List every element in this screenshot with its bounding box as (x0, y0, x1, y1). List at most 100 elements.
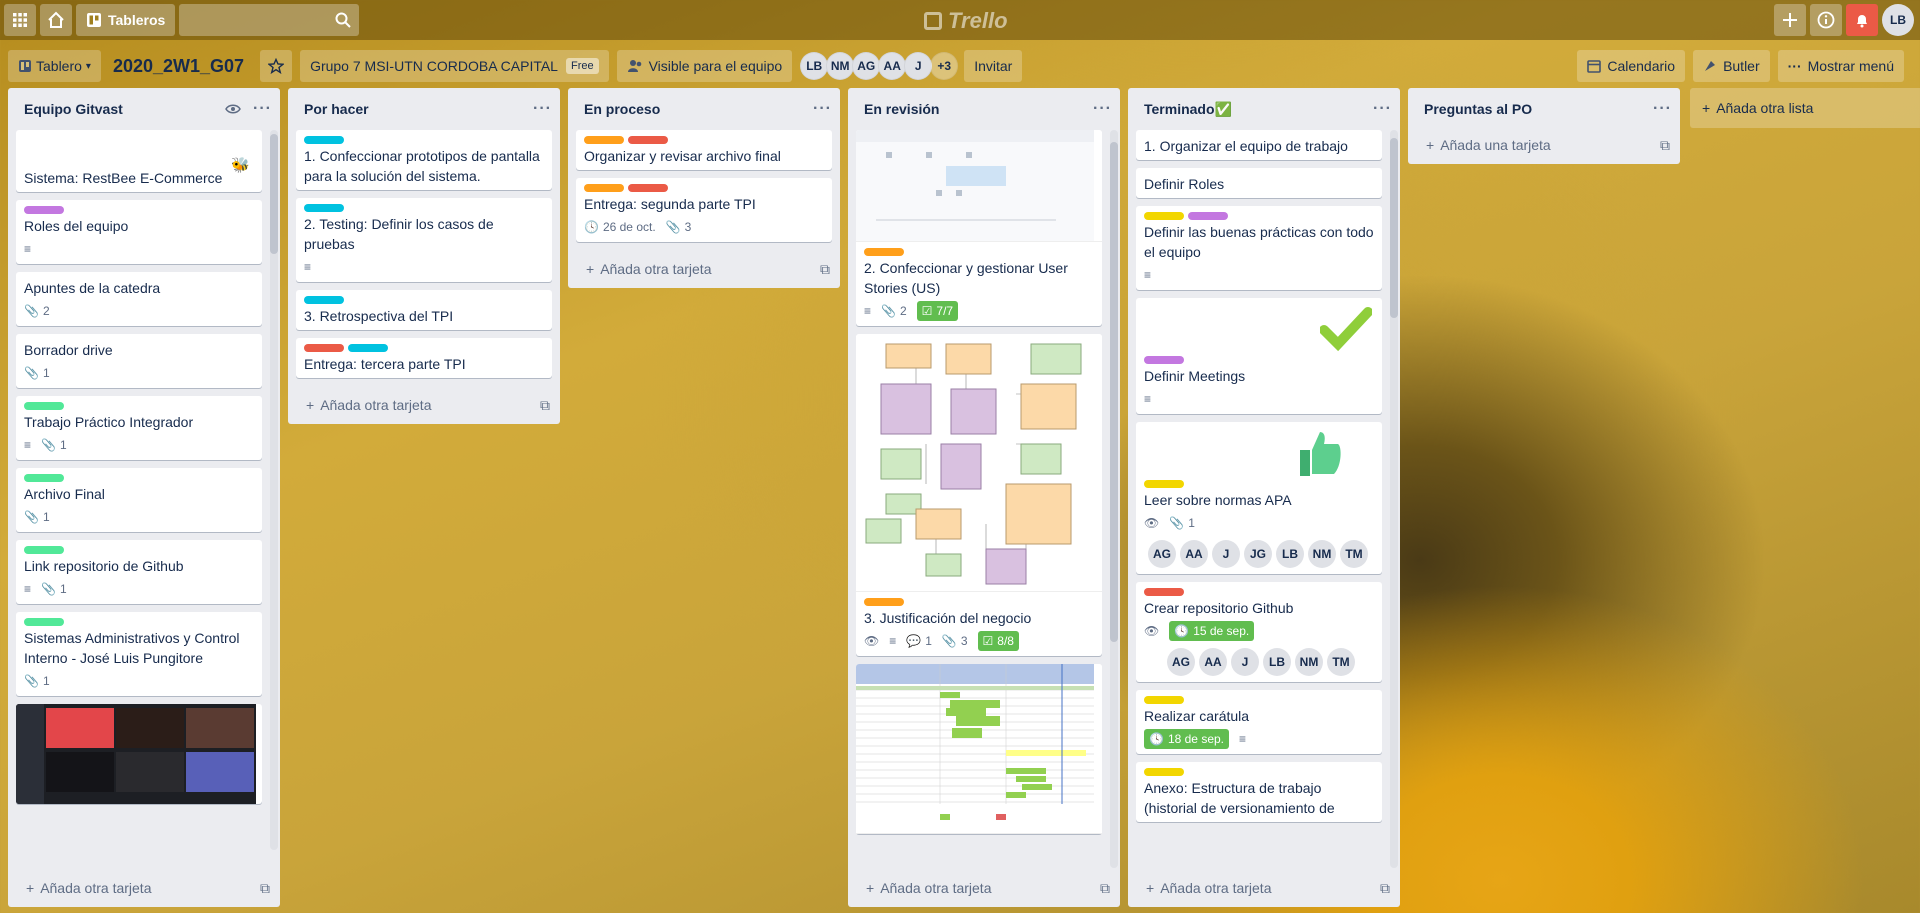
template-icon[interactable]: ⧉ (820, 261, 830, 278)
add-card-button[interactable]: + Añada otra tarjeta ⧉ (8, 869, 280, 907)
info-button[interactable] (1810, 4, 1842, 36)
list-scrollbar[interactable] (1110, 130, 1118, 868)
card[interactable]: Trabajo Práctico Integrador ≡ 📎 1 (16, 396, 262, 460)
list-header[interactable]: En revisión ··· (848, 88, 1120, 130)
card-video-cover[interactable] (16, 704, 262, 804)
label-purple[interactable] (24, 206, 64, 214)
team-button[interactable]: Grupo 7 MSI-UTN CORDOBA CAPITAL Free (300, 50, 609, 82)
label-yellow[interactable] (1144, 696, 1184, 704)
member-avatar[interactable]: J (1212, 540, 1240, 568)
add-card-button[interactable]: + Añada otra tarjeta ⧉ (568, 250, 840, 288)
label-lime[interactable] (24, 546, 64, 554)
list-scrollbar[interactable] (270, 130, 278, 850)
more-members-button[interactable]: +3 (930, 52, 959, 80)
member-avatar[interactable]: NM (1295, 648, 1323, 676)
scrollbar-thumb[interactable] (1390, 138, 1398, 318)
list-menu-icon[interactable]: ··· (533, 100, 552, 118)
member-avatar[interactable]: AA (878, 52, 907, 80)
member-avatar[interactable]: AA (1199, 648, 1227, 676)
template-icon[interactable]: ⧉ (260, 880, 270, 897)
add-card-button[interactable]: + Añada otra tarjeta ⧉ (848, 869, 1120, 907)
card[interactable]: Crear repositorio Github 👁 🕓 15 de sep. AG A… (1136, 582, 1382, 682)
label-orange[interactable] (584, 136, 624, 144)
member-avatar[interactable]: NM (1308, 540, 1336, 568)
list-menu-icon[interactable]: ··· (813, 100, 832, 118)
list-title[interactable]: Por hacer (304, 101, 533, 117)
add-card-button[interactable]: + Añada otra tarjeta ⧉ (288, 386, 560, 424)
card[interactable]: Leer sobre normas APA 👁 📎 1 AG AA J JG LB NM TM (1136, 422, 1382, 574)
create-button[interactable] (1774, 4, 1806, 36)
label-sky[interactable] (304, 296, 344, 304)
list-title[interactable]: Preguntas al PO (1424, 101, 1653, 117)
list-scrollbar[interactable] (1390, 130, 1398, 868)
list-menu-icon[interactable]: ··· (1093, 100, 1112, 118)
template-icon[interactable]: ⧉ (1380, 880, 1390, 897)
star-button[interactable] (260, 50, 293, 82)
notifications-button[interactable] (1846, 4, 1878, 36)
label-lime[interactable] (24, 618, 64, 626)
label-red[interactable] (304, 344, 344, 352)
card[interactable]: Roles del equipo ≡ (16, 200, 262, 264)
card[interactable]: 1. Organizar el equipo de trabajo (1136, 130, 1382, 160)
card[interactable]: Borrador drive 📎 1 (16, 334, 262, 388)
apps-button[interactable] (4, 4, 36, 36)
add-list-button[interactable]: + Añada otra lista (1690, 88, 1920, 128)
card[interactable]: Definir Meetings ≡ (1136, 298, 1382, 414)
card[interactable]: 1. Confeccionar prototipos de pantalla p… (296, 130, 552, 190)
calendar-button[interactable]: Calendario (1577, 50, 1686, 82)
add-card-button[interactable]: + Añada otra tarjeta ⧉ (1128, 869, 1400, 907)
card[interactable]: Entrega: segunda parte TPI 🕓 26 de oct. 📎 3 (576, 178, 832, 242)
butler-button[interactable]: Butler (1693, 50, 1770, 82)
list-title[interactable]: En revisión (864, 101, 1093, 117)
card[interactable]: Definir Roles (1136, 168, 1382, 198)
member-avatar[interactable]: TM (1327, 648, 1355, 676)
invite-button[interactable]: Invitar (964, 50, 1023, 82)
list-menu-icon[interactable]: ··· (253, 100, 272, 118)
card[interactable]: Realizar carátula 🕓 18 de sep. ≡ (1136, 690, 1382, 754)
member-avatar[interactable]: AG (1148, 540, 1176, 568)
list-menu-icon[interactable]: ··· (1373, 100, 1392, 118)
label-red[interactable] (1144, 588, 1184, 596)
list-header[interactable]: Por hacer ··· (288, 88, 560, 130)
scrollbar-thumb[interactable] (270, 134, 278, 254)
label-yellow[interactable] (1144, 480, 1184, 488)
card[interactable]: Archivo Final 📎 1 (16, 468, 262, 532)
list-header[interactable]: En proceso ··· (568, 88, 840, 130)
list-title[interactable]: En proceso (584, 101, 813, 117)
label-red[interactable] (628, 184, 668, 192)
member-avatar[interactable]: TM (1340, 540, 1368, 568)
list-title[interactable]: Terminado✅ (1144, 101, 1373, 118)
card[interactable]: Sistemas Administrativos y Control Inter… (16, 612, 262, 696)
card[interactable]: 3. Justificación del negocio 👁 ≡ 💬 1 📎 3 ☑ 8/8 (856, 334, 1102, 656)
label-lime[interactable] (24, 402, 64, 410)
member-avatar[interactable]: LB (1276, 540, 1304, 568)
list-header[interactable]: Terminado✅ ··· (1128, 88, 1400, 130)
show-menu-button[interactable]: ··· Mostrar menú (1777, 50, 1904, 82)
board-title[interactable]: 2020_2W1_G07 (109, 56, 256, 77)
list-header[interactable]: Preguntas al PO ··· (1408, 88, 1680, 130)
user-avatar[interactable]: LB (1882, 4, 1914, 36)
card[interactable] (856, 664, 1102, 834)
template-icon[interactable]: ⧉ (1100, 880, 1110, 897)
label-orange[interactable] (864, 598, 904, 606)
board-view-switcher[interactable]: Tablero ▾ (8, 50, 101, 82)
home-button[interactable] (40, 4, 72, 36)
label-purple[interactable] (1188, 212, 1228, 220)
template-icon[interactable]: ⧉ (540, 397, 550, 414)
member-avatar[interactable]: J (904, 52, 933, 80)
label-orange[interactable] (864, 248, 904, 256)
label-red[interactable] (628, 136, 668, 144)
search-input[interactable] (179, 4, 360, 36)
card[interactable]: 2. Confeccionar y gestionar User Stories… (856, 130, 1102, 326)
trello-logo[interactable]: Trello (924, 8, 1008, 34)
member-avatar[interactable]: AG (1167, 648, 1195, 676)
member-avatar[interactable]: J (1231, 648, 1259, 676)
card[interactable]: 🐝 Sistema: RestBee E-Commerce (16, 130, 262, 192)
list-menu-icon[interactable]: ··· (1653, 100, 1672, 118)
member-avatar[interactable]: JG (1244, 540, 1272, 568)
member-avatar[interactable]: LB (1263, 648, 1291, 676)
card[interactable]: Organizar y revisar archivo final (576, 130, 832, 170)
card[interactable]: Apuntes de la catedra 📎 2 (16, 272, 262, 326)
label-yellow[interactable] (1144, 212, 1184, 220)
template-icon[interactable]: ⧉ (1660, 137, 1670, 154)
